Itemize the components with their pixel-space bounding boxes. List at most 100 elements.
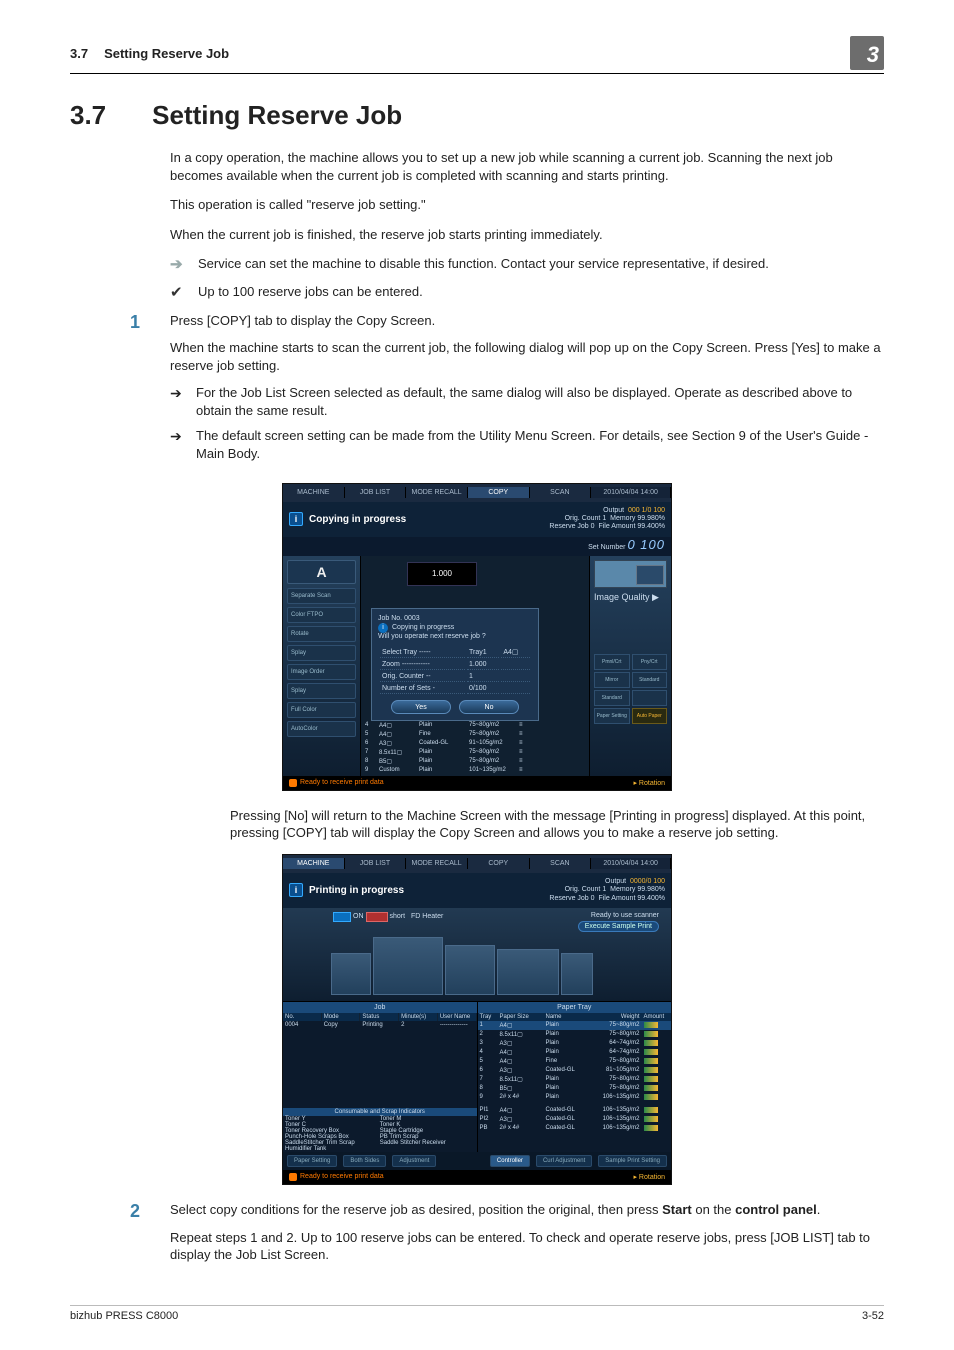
heading-title: Setting Reserve Job	[152, 100, 402, 131]
machine-illustration	[331, 927, 609, 999]
ss1-footer: Ready to receive print data ▸ Rotation	[283, 776, 671, 790]
consumables-title: Consumable and Scrap Indicators	[283, 1108, 477, 1116]
ss2-footer: Ready to receive print data ▸ Rotation	[283, 1170, 671, 1184]
tab-joblist[interactable]: JOB LIST	[345, 858, 407, 869]
ss2-bottom-buttons: Paper Setting Both Sides Adjustment Cont…	[283, 1152, 671, 1170]
ss2-heater-toggle[interactable]: ON short FD Heater	[333, 912, 443, 922]
tab-time: 2010/04/04 14:00	[591, 858, 671, 869]
step-2-number: 2	[70, 1201, 170, 1274]
tray-row[interactable]: 78.5x11▢Plain75~80g/m2	[478, 1075, 672, 1084]
status-dot-icon	[289, 779, 297, 787]
modal-no-button[interactable]: No	[459, 700, 519, 714]
ss2-btn[interactable]: Curl Adjustment	[536, 1155, 592, 1167]
tab-scan[interactable]: SCAN	[530, 858, 592, 869]
ss1-right-btn[interactable]	[632, 690, 668, 706]
step-1-sub2: The default screen setting can be made f…	[196, 427, 884, 462]
ss2-machine-area: ON short FD Heater Ready to use scanner …	[283, 908, 671, 1002]
ss2-btn[interactable]: Sample Print Setting	[598, 1155, 667, 1167]
ss2-btn[interactable]: Both Sides	[343, 1155, 386, 1167]
step-1-number: 1	[70, 312, 170, 471]
screenshot-1: MACHINE JOB LIST MODE RECALL COPY SCAN 2…	[282, 483, 672, 791]
intro-p2: This operation is called "reserve job se…	[170, 196, 884, 214]
tab-scan[interactable]: SCAN	[530, 487, 592, 498]
ss2-btn[interactable]: Adjustment	[392, 1155, 436, 1167]
ss1-right-btn[interactable]: Mirror	[594, 672, 630, 688]
ss1-statusbar: i Copying in progress Output 000 1/0 100…	[283, 502, 671, 537]
ss2-tray-panel: Paper Tray Tray Paper Size Name Weight A…	[478, 1002, 672, 1152]
info-icon: i	[289, 512, 303, 526]
tray-row[interactable]: 28.5x11▢Plain75~80g/m2	[478, 1030, 672, 1039]
step-1-sub1: For the Job List Screen selected as defa…	[196, 384, 884, 419]
tray-panel-title: Paper Tray	[478, 1002, 672, 1013]
modal-yes-button[interactable]: Yes	[391, 700, 451, 714]
modal-line: Copying in progress	[392, 624, 454, 631]
page-footer: bizhub PRESS C8000 3-52	[70, 1305, 884, 1322]
ss2-btn[interactable]: Controller	[490, 1155, 530, 1167]
screenshot-2: MACHINE JOB LIST MODE RECALL COPY SCAN 2…	[282, 854, 672, 1185]
ss1-left-btn[interactable]: Color FTPO	[287, 607, 356, 623]
ss1-right-btn[interactable]: Standard	[632, 672, 668, 688]
tab-time: 2010/04/04 14:00	[591, 487, 671, 498]
job-panel-title: Job	[283, 1002, 477, 1013]
ss1-left-btn[interactable]: Splay	[287, 645, 356, 661]
after-ss1-p: Pressing [No] will return to the Machine…	[230, 807, 884, 842]
modal-jobno: Job No. 0003	[378, 615, 532, 623]
modal-table: Select Tray -----Tray1A4▢ Zoom ---------…	[378, 645, 532, 696]
ss1-preview	[594, 560, 667, 588]
ss1-right-btn[interactable]: Paper Setting	[594, 708, 630, 724]
ss2-job-panel: Job No. Mode Status Minute(s) User Name …	[283, 1002, 478, 1152]
ss1-zoom[interactable]: 1.000	[407, 562, 477, 586]
intro-p1: In a copy operation, the machine allows …	[170, 149, 884, 184]
modal-question: Will you operate next reserve job ?	[378, 633, 532, 641]
tray-row[interactable]: 3A3▢Plain64~74g/m2	[478, 1039, 672, 1048]
header-section-number: 3.7	[70, 46, 88, 61]
ss1-left-btn[interactable]: Separate Scan	[287, 588, 356, 604]
tray-row[interactable]: 4A4▢Plain64~74g/m2	[478, 1048, 672, 1057]
ss1-footer-right: ▸ Rotation	[633, 779, 665, 787]
tab-machine[interactable]: MACHINE	[283, 858, 345, 869]
ss1-tray-table: 4A4▢Plain75~80g/m2≡ 5A4▢Fine75~80g/m2≡ 6…	[365, 721, 585, 774]
ss1-left-btn[interactable]: AutoColor	[287, 721, 356, 737]
tray-row[interactable]: 92# x 4#Plain106~135g/m2	[478, 1093, 672, 1102]
tab-copy[interactable]: COPY	[468, 487, 530, 498]
ss1-right-btn[interactable]: Standard	[594, 690, 630, 706]
ss1-footer-left: Ready to receive print data	[300, 779, 384, 786]
tray-row[interactable]: PB2# x 4#Coated-GL106~135g/m2	[478, 1124, 672, 1133]
job-row[interactable]: 0004 Copy Printing 2 --------------	[283, 1021, 477, 1029]
ss2-statusbar: i Printing in progress Output 0000/0 100…	[283, 873, 671, 908]
tray-row[interactable]: 8B5▢Plain75~80g/m2	[478, 1084, 672, 1093]
ss1-left-btn[interactable]: Full Color	[287, 702, 356, 718]
info-icon: i	[289, 883, 303, 897]
ss2-status-right: Output 0000/0 100 Orig. Count 1 Memory 9…	[549, 878, 665, 903]
step-1: 1 Press [COPY] tab to display the Copy S…	[70, 312, 884, 471]
ss1-right-btn[interactable]: Auto Paper	[632, 708, 668, 724]
ss1-left-btn[interactable]: Rotate	[287, 626, 356, 642]
tray-row[interactable]: PI1A4▢Coated-GL106~135g/m2	[478, 1106, 672, 1115]
ss2-footer-right: ▸ Rotation	[633, 1173, 665, 1181]
info-icon: i	[378, 623, 388, 633]
ss1-right-btn[interactable]: Pmnl/Crt	[594, 654, 630, 670]
tray-row[interactable]: 6A3▢Coated-GL81~105g/m2	[478, 1066, 672, 1075]
tray-row[interactable]: 5A4▢Fine75~80g/m2	[478, 1057, 672, 1066]
ss1-right-btn[interactable]: Pny/Crt	[632, 654, 668, 670]
ss2-btn[interactable]: Paper Setting	[287, 1155, 337, 1167]
ss1-right-btn[interactable]: Image Quality ▶	[594, 592, 667, 606]
tray-row[interactable]: PI2A3▢Coated-GL106~135g/m2	[478, 1115, 672, 1124]
ss1-letter-panel[interactable]: A	[287, 560, 356, 584]
ss2-status-text: Printing in progress	[309, 885, 404, 896]
tab-copy[interactable]: COPY	[468, 858, 530, 869]
footer-product: bizhub PRESS C8000	[70, 1310, 178, 1322]
tab-joblist[interactable]: JOB LIST	[345, 487, 407, 498]
ss1-left-btn[interactable]: Image Order	[287, 664, 356, 680]
header-section-title: Setting Reserve Job	[104, 46, 229, 61]
ss1-left-btn[interactable]: Splay	[287, 683, 356, 699]
tab-recall[interactable]: MODE RECALL	[406, 487, 468, 498]
page-header: 3.7 Setting Reserve Job 3	[70, 36, 884, 74]
arrow-icon: ➔	[170, 255, 198, 275]
tab-machine[interactable]: MACHINE	[283, 487, 345, 498]
intro-p3: When the current job is finished, the re…	[170, 226, 884, 244]
ss1-status-right: Output 000 1/0 100 Orig. Count 1 Memory …	[549, 507, 665, 532]
tab-recall[interactable]: MODE RECALL	[406, 858, 468, 869]
toggle-short-icon	[366, 912, 388, 922]
tray-row[interactable]: 1A4▢Plain75~80g/m2	[478, 1021, 672, 1030]
